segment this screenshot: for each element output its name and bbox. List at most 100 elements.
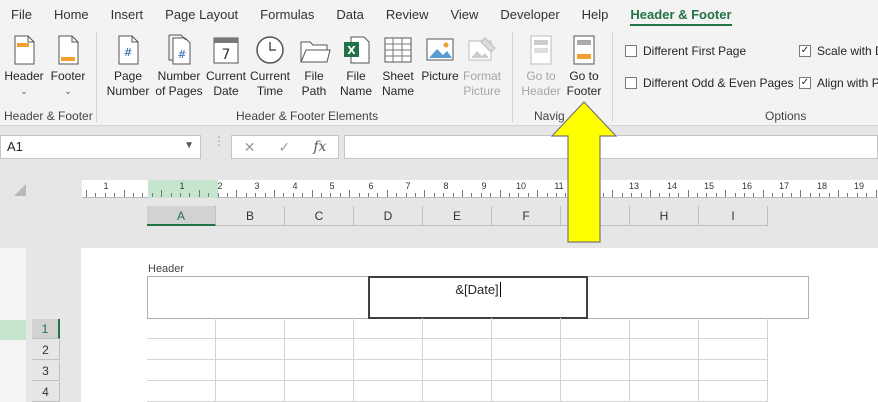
menu-tab-formulas[interactable]: Formulas bbox=[249, 0, 325, 28]
menu-tab-header-footer[interactable]: Header & Footer bbox=[619, 0, 742, 28]
menu-tab-help[interactable]: Help bbox=[571, 0, 620, 28]
align-with-margins-checkbox[interactable]: ✓ Align with P bbox=[799, 76, 878, 90]
cell-b2[interactable] bbox=[216, 339, 285, 360]
go-to-footer-button[interactable]: Go to Footer bbox=[564, 34, 604, 99]
menu-bar: File Home Insert Page Layout Formulas Data Rev… bbox=[0, 0, 878, 28]
checkbox-checked-icon[interactable]: ✓ bbox=[799, 77, 811, 89]
current-time-button[interactable]: Current Time bbox=[248, 34, 292, 99]
ruler-tick bbox=[170, 193, 172, 197]
cell-c3[interactable] bbox=[285, 360, 354, 381]
menu-tab-data[interactable]: Data bbox=[325, 0, 374, 28]
checkbox-checked-icon[interactable]: ✓ bbox=[799, 45, 811, 57]
cell-i2[interactable] bbox=[699, 339, 768, 360]
cell-f2[interactable] bbox=[492, 339, 561, 360]
cell-e2[interactable] bbox=[423, 339, 492, 360]
cell-a1[interactable] bbox=[147, 318, 216, 339]
cell-b4[interactable] bbox=[216, 381, 285, 402]
cell-i3[interactable] bbox=[699, 360, 768, 381]
ruler-tick bbox=[744, 193, 745, 197]
number-of-pages-button[interactable]: # Number of Pages bbox=[154, 34, 204, 99]
current-date-button[interactable]: 7 Current Date bbox=[204, 34, 248, 99]
cell-a2[interactable] bbox=[147, 339, 216, 360]
cell-i4[interactable] bbox=[699, 381, 768, 402]
insert-function-icon[interactable]: fx bbox=[313, 139, 326, 155]
menu-tab-home[interactable]: Home bbox=[43, 0, 100, 28]
picture-button[interactable]: Picture bbox=[420, 34, 460, 84]
cell-g4[interactable] bbox=[561, 381, 630, 402]
cell-c2[interactable] bbox=[285, 339, 354, 360]
cell-d4[interactable] bbox=[354, 381, 423, 402]
checkbox-box[interactable] bbox=[625, 77, 637, 89]
menu-tab-review[interactable]: Review bbox=[375, 0, 440, 28]
column-header-e[interactable]: E bbox=[423, 206, 492, 226]
name-box[interactable]: A1 ▼ bbox=[0, 135, 201, 159]
chevron-down-icon: ⌄ bbox=[64, 86, 72, 96]
chevron-down-icon[interactable]: ▼ bbox=[184, 140, 194, 151]
menu-tab-insert[interactable]: Insert bbox=[100, 0, 155, 28]
ruler-tick bbox=[123, 190, 125, 197]
column-header-d[interactable]: D bbox=[354, 206, 423, 226]
cell-f1[interactable] bbox=[492, 318, 561, 339]
different-first-page-checkbox[interactable]: Different First Page bbox=[625, 44, 746, 58]
cell-d3[interactable] bbox=[354, 360, 423, 381]
cell-b1[interactable] bbox=[216, 318, 285, 339]
cell-i1[interactable] bbox=[699, 318, 768, 339]
resize-handle-icon[interactable]: ⋮ bbox=[213, 135, 225, 147]
cell-h1[interactable] bbox=[630, 318, 699, 339]
cell-g2[interactable] bbox=[561, 339, 630, 360]
cancel-icon[interactable]: ✕ bbox=[244, 139, 256, 156]
menu-tab-view[interactable]: View bbox=[439, 0, 489, 28]
cell-e1[interactable] bbox=[423, 318, 492, 339]
cell-c1[interactable] bbox=[285, 318, 354, 339]
column-header-b[interactable]: B bbox=[216, 206, 285, 226]
cell-g3[interactable] bbox=[561, 360, 630, 381]
different-odd-even-checkbox[interactable]: Different Odd & Even Pages bbox=[625, 76, 794, 90]
cell-h4[interactable] bbox=[630, 381, 699, 402]
column-header-h[interactable]: H bbox=[630, 206, 699, 226]
cell-e4[interactable] bbox=[423, 381, 492, 402]
row-header-3[interactable]: 3 bbox=[32, 361, 60, 381]
cell-a4[interactable] bbox=[147, 381, 216, 402]
ruler-tick bbox=[621, 193, 623, 197]
menu-tab-developer[interactable]: Developer bbox=[489, 0, 570, 28]
column-header-c[interactable]: C bbox=[285, 206, 354, 226]
go-to-header-button[interactable]: Go to Header bbox=[520, 34, 562, 99]
cell-h2[interactable] bbox=[630, 339, 699, 360]
cell-f4[interactable] bbox=[492, 381, 561, 402]
header-box[interactable]: &[Date] bbox=[147, 276, 809, 319]
select-all-corner[interactable] bbox=[14, 184, 26, 196]
row-header-4[interactable]: 4 bbox=[32, 382, 60, 402]
cell-d1[interactable] bbox=[354, 318, 423, 339]
sheet-name-button[interactable]: Sheet Name bbox=[378, 34, 418, 99]
ruler-tick bbox=[217, 193, 219, 197]
file-name-button[interactable]: X File Name bbox=[336, 34, 376, 99]
ruler-number: 13 bbox=[628, 181, 640, 191]
column-header-i[interactable]: I bbox=[699, 206, 768, 226]
cell-a3[interactable] bbox=[147, 360, 216, 381]
page-number-button[interactable]: # Page Number bbox=[104, 34, 152, 99]
ruler-tick bbox=[715, 193, 717, 197]
cell-d2[interactable] bbox=[354, 339, 423, 360]
file-path-button[interactable]: File Path bbox=[294, 34, 334, 99]
ruler-number: 17 bbox=[778, 181, 790, 191]
cell-h3[interactable] bbox=[630, 360, 699, 381]
checkbox-box[interactable] bbox=[625, 45, 637, 57]
cell-c4[interactable] bbox=[285, 381, 354, 402]
cell-e3[interactable] bbox=[423, 360, 492, 381]
footer-button[interactable]: Footer ⌄ bbox=[48, 34, 88, 99]
cell-b3[interactable] bbox=[216, 360, 285, 381]
scale-with-document-checkbox[interactable]: ✓ Scale with D bbox=[799, 44, 878, 58]
clock-icon bbox=[256, 36, 284, 64]
header-button[interactable]: Header ⌄ bbox=[4, 34, 44, 99]
row-header-2[interactable]: 2 bbox=[32, 340, 60, 360]
menu-tab-file[interactable]: File bbox=[0, 0, 43, 28]
ruler-tick bbox=[640, 193, 642, 197]
enter-icon[interactable]: ✓ bbox=[278, 139, 290, 156]
format-picture-button[interactable]: Format Picture bbox=[460, 34, 504, 99]
menu-tab-page-layout[interactable]: Page Layout bbox=[154, 0, 249, 28]
cell-g1[interactable] bbox=[561, 318, 630, 339]
row-header-1[interactable]: 1 bbox=[32, 319, 60, 339]
column-header-a[interactable]: A bbox=[147, 206, 216, 226]
cell-f3[interactable] bbox=[492, 360, 561, 381]
header-center-section[interactable]: &[Date] bbox=[368, 276, 588, 319]
